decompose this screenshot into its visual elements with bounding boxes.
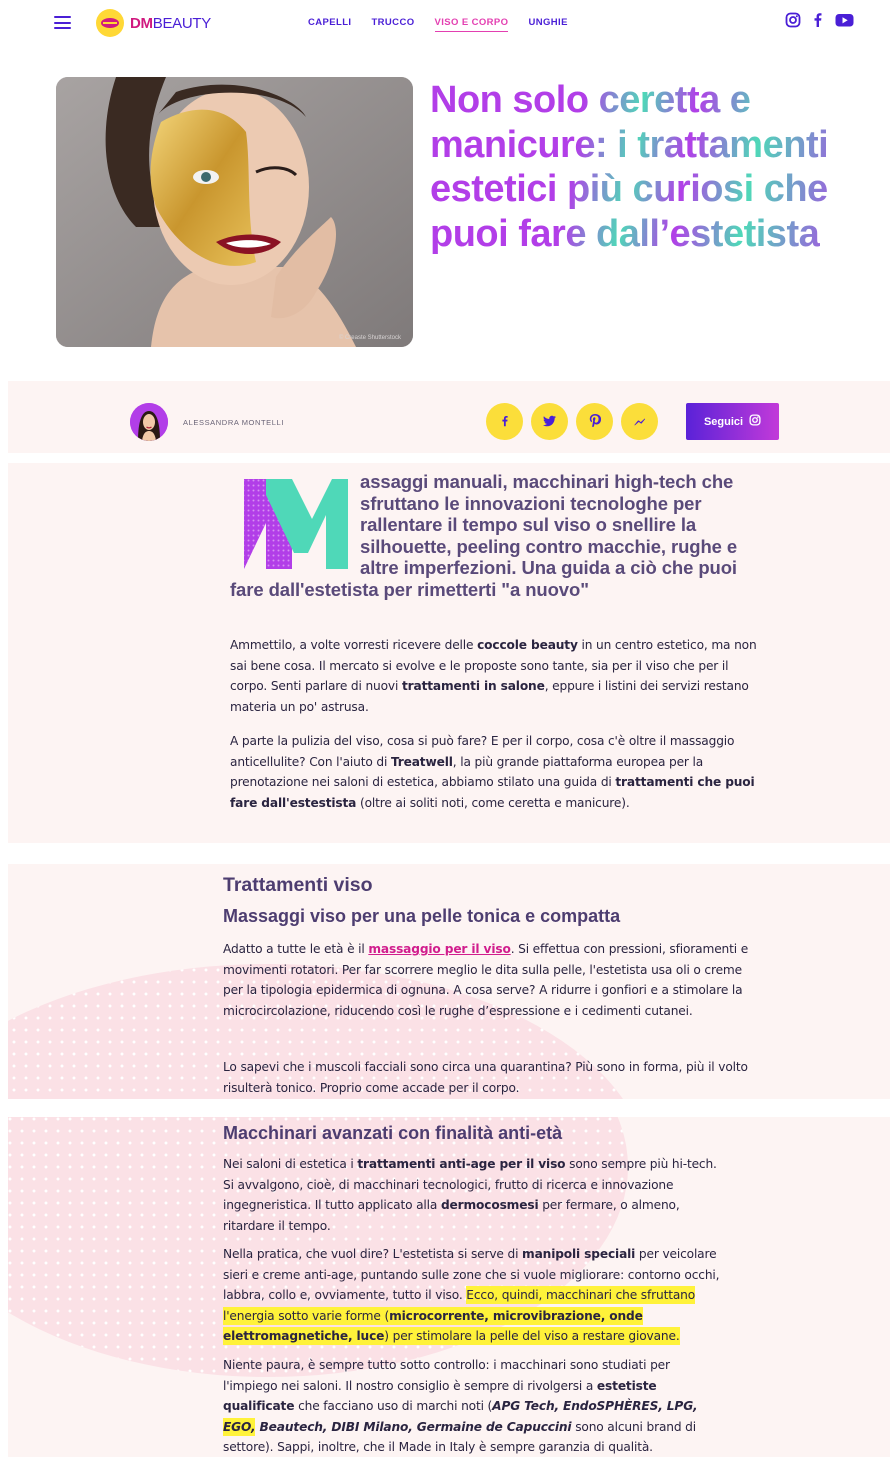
follow-button[interactable]: Seguici — [686, 403, 779, 440]
viso-paragraph-1: Adatto a tutte le età è il massaggio per… — [223, 942, 749, 1018]
author-name[interactable]: ALESSANDRA MONTELLI — [183, 418, 284, 427]
intro-paragraph-2: A parte la pulizia del viso, cosa si può… — [230, 734, 755, 810]
nav-unghie[interactable]: UNGHIE — [528, 17, 567, 32]
image-credit: © Creaste Shutterstock — [339, 334, 402, 341]
nav-trucco[interactable]: TRUCCO — [371, 17, 414, 32]
instagram-icon[interactable] — [785, 12, 801, 28]
svg-text:M: M — [236, 473, 237, 474]
hamburger-menu-icon[interactable] — [54, 16, 71, 29]
share-facebook-button[interactable] — [486, 403, 523, 440]
article-title: Non solo ceretta e manicure: i trattamen… — [430, 78, 850, 256]
macchinari-paragraph-2: Nella pratica, che vuol dire? L'estetist… — [223, 1247, 720, 1343]
twitter-icon — [543, 412, 556, 431]
follow-label: Seguici — [703, 415, 744, 428]
logo-dm-text: DM — [130, 14, 153, 32]
intro-section: M assaggi manuali, macchinari high-tech … — [8, 463, 890, 843]
nav-capelli[interactable]: CAPELLI — [308, 17, 351, 32]
author-avatar[interactable] — [130, 403, 168, 441]
author-share-bar: ALESSANDRA MONTELLI Seguici — [8, 381, 890, 453]
section-heading: Trattamenti viso — [223, 874, 373, 896]
share-twitter-button[interactable] — [531, 403, 568, 440]
main-nav: CAPELLI TRUCCO VISO E CORPO UNGHIE — [308, 17, 568, 32]
macchinari-paragraph-1: Nei saloni di estetica i trattamenti ant… — [223, 1157, 717, 1233]
logo-beauty-text: BEAUTY — [152, 14, 212, 32]
highlighted-brand: EGO, — [223, 1419, 256, 1434]
site-header: DMBEAUTY CAPELLI TRUCCO VISO E CORPO UNG… — [0, 0, 890, 46]
hero-image: © Creaste Shutterstock — [56, 77, 413, 347]
share-messenger-button[interactable] — [621, 403, 658, 440]
macchinari-paragraph-3: Niente paura, è sempre tutto sotto contr… — [223, 1358, 698, 1454]
section-subheading: Macchinari avanzati con finalità anti-et… — [223, 1123, 563, 1143]
messenger-icon — [634, 412, 646, 431]
section-trattamenti-viso: Trattamenti viso Massaggi viso per una p… — [8, 864, 890, 1099]
social-links — [785, 12, 854, 28]
instagram-icon — [749, 414, 761, 429]
share-pinterest-button[interactable] — [576, 403, 613, 440]
dropcap-m: M — [236, 473, 348, 573]
section-macchinari: Macchinari avanzati con finalità anti-et… — [8, 1117, 890, 1457]
pinterest-icon — [589, 412, 601, 431]
nav-viso-e-corpo[interactable]: VISO E CORPO — [434, 17, 509, 32]
youtube-icon[interactable] — [835, 12, 854, 28]
massaggio-viso-link[interactable]: massaggio per il viso — [368, 942, 510, 956]
viso-paragraph-2: Lo sapevi che i muscoli facciali sono ci… — [223, 1060, 748, 1095]
lips-logo-icon — [96, 9, 124, 37]
intro-paragraph-1: Ammettilo, a volte vorresti ricevere del… — [230, 638, 757, 714]
facebook-icon — [499, 412, 511, 431]
section-subheading: Massaggi viso per una pelle tonica e com… — [223, 906, 621, 926]
facebook-icon[interactable] — [810, 12, 826, 28]
site-logo[interactable]: DMBEAUTY — [96, 9, 211, 37]
